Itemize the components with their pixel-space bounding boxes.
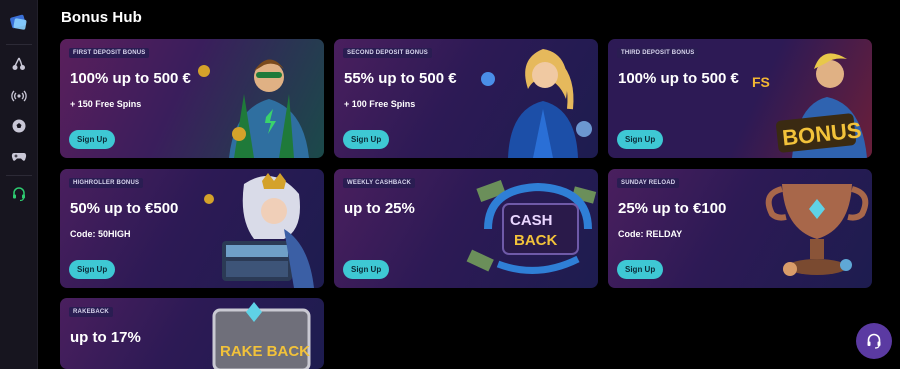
bonus-badge-icon: FS BONUS	[722, 39, 872, 158]
superhero-icon	[174, 39, 324, 158]
bonus-card-weekly-cashback[interactable]: WEEKLY CASHBACK up to 25% Sign Up CASH B…	[334, 169, 598, 288]
sidebar-item-esports[interactable]	[10, 147, 28, 165]
bonus-tag: HIGHROLLER BONUS	[69, 178, 144, 188]
gamepad-icon	[11, 153, 27, 161]
sidebar-item-sports[interactable]	[10, 117, 28, 135]
sidebar-divider	[6, 44, 32, 45]
bonus-subtext: Code: RELDAY	[618, 229, 683, 239]
bonus-tag: FIRST DEPOSIT BONUS	[69, 48, 150, 58]
bonus-subtext: + 150 Free Spins	[70, 99, 142, 109]
sidebar-item-live[interactable]	[10, 87, 28, 105]
bonus-headline: up to 25%	[344, 200, 415, 217]
rakeback-sign-icon: RAKE BACK	[174, 298, 324, 369]
bonus-tag: RAKEBACK	[69, 307, 113, 317]
bonus-headline: up to 17%	[70, 329, 141, 346]
sign-up-button[interactable]: Sign Up	[617, 260, 664, 279]
bonus-headline: 100% up to 500 €	[70, 70, 191, 87]
svg-text:RAKE BACK: RAKE BACK	[220, 343, 310, 360]
sidebar-divider	[6, 175, 32, 176]
sidebar	[0, 0, 38, 369]
cashback-sign-icon: CASH BACK	[448, 169, 598, 288]
bonus-headline: 55% up to 500 €	[344, 70, 457, 87]
bonus-headline: 50% up to €500	[70, 200, 179, 217]
bonus-card-second-deposit[interactable]: SECOND DEPOSIT BONUS 55% up to 500 € + 1…	[334, 39, 598, 158]
bonus-tag: WEEKLY CASHBACK	[343, 178, 416, 188]
bonus-subtext: + 100 Free Spins	[344, 99, 416, 109]
bonus-card-sunday-reload[interactable]: SUNDAY RELOAD 25% up to €100 Code: RELDA…	[608, 169, 872, 288]
sign-up-button[interactable]: Sign Up	[343, 260, 390, 279]
sign-up-button[interactable]: Sign Up	[69, 260, 116, 279]
headset-icon	[867, 333, 881, 349]
trophy-icon	[722, 169, 872, 288]
cherries-icon	[12, 57, 25, 70]
bonus-headline: 100% up to 500 €	[618, 70, 739, 87]
sign-up-button[interactable]: Sign Up	[343, 130, 390, 149]
bonus-card-highroller[interactable]: HIGHROLLER BONUS 50% up to €500 Code: 50…	[60, 169, 324, 288]
headset-icon	[13, 187, 25, 202]
bonus-card-third-deposit[interactable]: THIRD DEPOSIT BONUS 100% up to 500 € Sig…	[608, 39, 872, 158]
bonus-subtext: Code: 50HIGH	[70, 229, 131, 239]
svg-text:CASH: CASH	[510, 212, 553, 229]
broadcast-icon	[11, 90, 27, 102]
heroine-icon	[448, 39, 598, 158]
sign-up-button[interactable]: Sign Up	[617, 130, 664, 149]
soccer-ball-icon	[12, 119, 26, 133]
bonus-card-rakeback[interactable]: RAKEBACK up to 17% RAKE BACK	[60, 298, 324, 369]
treasure-queen-icon	[174, 169, 324, 288]
bonus-headline: 25% up to €100	[618, 200, 727, 217]
brand-logo[interactable]	[8, 12, 30, 34]
bonus-tag: SUNDAY RELOAD	[617, 178, 680, 188]
bonus-tag: THIRD DEPOSIT BONUS	[617, 48, 699, 58]
svg-text:BACK: BACK	[514, 232, 557, 249]
svg-text:FS: FS	[752, 74, 770, 90]
sidebar-item-support[interactable]	[10, 185, 28, 203]
page-title: Bonus Hub	[61, 9, 142, 26]
bonus-hub-page: Bonus Hub FIRST DEPOSIT BONUS 100% up to…	[0, 0, 900, 369]
sidebar-item-slots[interactable]	[10, 55, 28, 73]
bonus-card-first-deposit[interactable]: FIRST DEPOSIT BONUS 100% up to 500 € + 1…	[60, 39, 324, 158]
sign-up-button[interactable]: Sign Up	[69, 130, 116, 149]
support-chat-button[interactable]	[856, 323, 892, 359]
bonus-tag: SECOND DEPOSIT BONUS	[343, 48, 433, 58]
